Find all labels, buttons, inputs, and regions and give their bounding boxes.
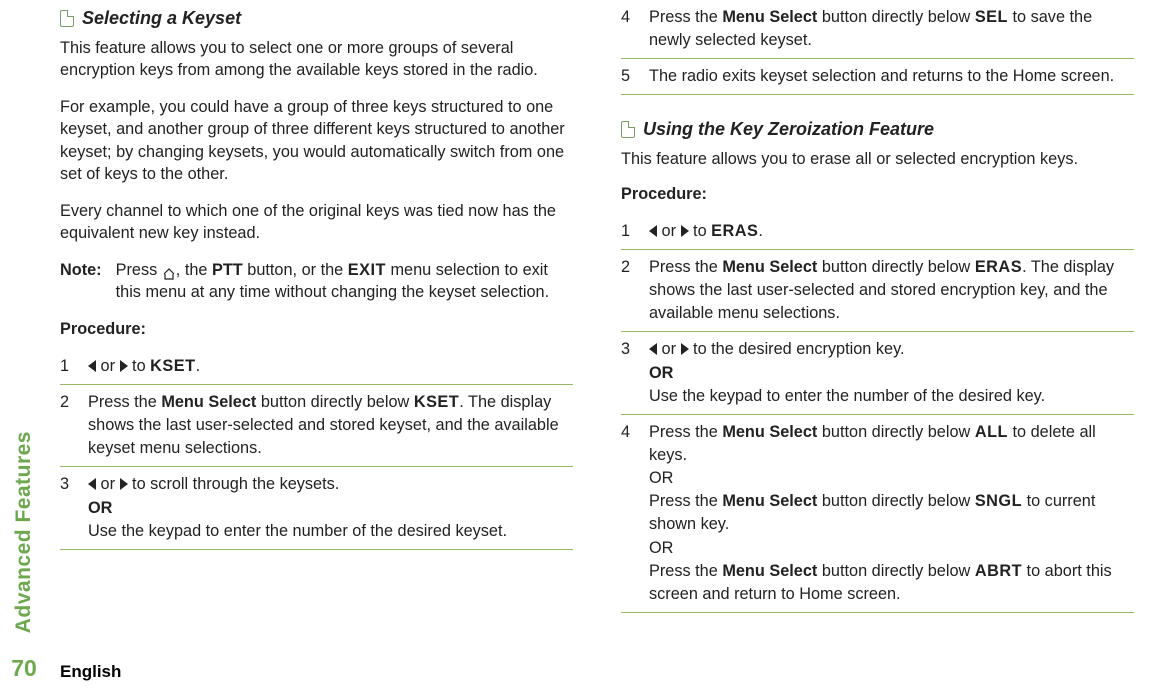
step-body: or to KSET. — [88, 355, 573, 378]
right-arrow-icon — [120, 478, 128, 490]
left-arrow-icon — [88, 360, 96, 372]
side-band: Advanced Features 70 — [0, 0, 48, 700]
step-body: Press the Menu Select button directly be… — [649, 421, 1134, 606]
step-number: 1 — [60, 355, 74, 378]
document-icon — [60, 10, 74, 27]
step-number: 4 — [621, 421, 635, 606]
paragraph: For example, you could have a group of t… — [60, 96, 573, 186]
step-body: or to ERAS. — [649, 220, 1134, 243]
step-4: 4 Press the Menu Select button directly … — [621, 415, 1134, 613]
step-2: 2 Press the Menu Select button directly … — [60, 385, 573, 467]
step-number: 4 — [621, 6, 635, 52]
left-column: Selecting a Keyset This feature allows y… — [60, 0, 573, 700]
note-label: Note: — [60, 259, 102, 304]
heading-zeroization: Using the Key Zeroization Feature — [643, 119, 934, 140]
home-icon — [162, 264, 176, 276]
left-arrow-icon — [649, 225, 657, 237]
document-icon — [621, 121, 635, 138]
right-arrow-icon — [120, 360, 128, 372]
procedure-label: Procedure: — [60, 320, 573, 339]
procedure-steps: 1 or to KSET. 2 Press the Menu Select bu… — [60, 349, 573, 550]
page-number: 70 — [11, 655, 37, 682]
step-5: 5 The radio exits keyset selection and r… — [621, 59, 1134, 95]
step-number: 1 — [621, 220, 635, 243]
procedure-steps-b: 1 or to ERAS. 2 Press the Menu Select bu… — [621, 214, 1134, 613]
step-number: 2 — [60, 391, 74, 460]
step-4: 4 Press the Menu Select button directly … — [621, 0, 1134, 59]
step-number: 2 — [621, 256, 635, 325]
paragraph: This feature allows you to select one or… — [60, 37, 573, 82]
step-body: or to scroll through the keysets. OR Use… — [88, 473, 573, 542]
right-arrow-icon — [681, 225, 689, 237]
left-arrow-icon — [88, 478, 96, 490]
step-number: 3 — [621, 338, 635, 407]
step-body: Press the Menu Select button directly be… — [649, 6, 1134, 52]
heading-selecting-keyset: Selecting a Keyset — [82, 8, 241, 29]
step-body: Press the Menu Select button directly be… — [88, 391, 573, 460]
section-label: Advanced Features — [12, 431, 36, 633]
step-body: The radio exits keyset selection and ret… — [649, 65, 1134, 88]
procedure-label: Procedure: — [621, 185, 1134, 204]
note-text: Press , the PTT button, or the EXIT menu… — [116, 259, 573, 304]
step-number: 3 — [60, 473, 74, 542]
step-3: 3 or to scroll through the keysets. OR U… — [60, 467, 573, 549]
note-block: Note: Press , the PTT button, or the EXI… — [60, 259, 573, 304]
left-arrow-icon — [649, 343, 657, 355]
step-2: 2 Press the Menu Select button directly … — [621, 250, 1134, 332]
step-1: 1 or to ERAS. — [621, 214, 1134, 250]
right-arrow-icon — [681, 343, 689, 355]
paragraph: This feature allows you to erase all or … — [621, 148, 1134, 170]
step-3: 3 or to the desired encryption key. OR U… — [621, 332, 1134, 414]
right-column: 4 Press the Menu Select button directly … — [621, 0, 1134, 700]
step-body: Press the Menu Select button directly be… — [649, 256, 1134, 325]
step-number: 5 — [621, 65, 635, 88]
procedure-steps-continued: 4 Press the Menu Select button directly … — [621, 0, 1134, 95]
paragraph: Every channel to which one of the origin… — [60, 200, 573, 245]
step-1: 1 or to KSET. — [60, 349, 573, 385]
step-body: or to the desired encryption key. OR Use… — [649, 338, 1134, 407]
